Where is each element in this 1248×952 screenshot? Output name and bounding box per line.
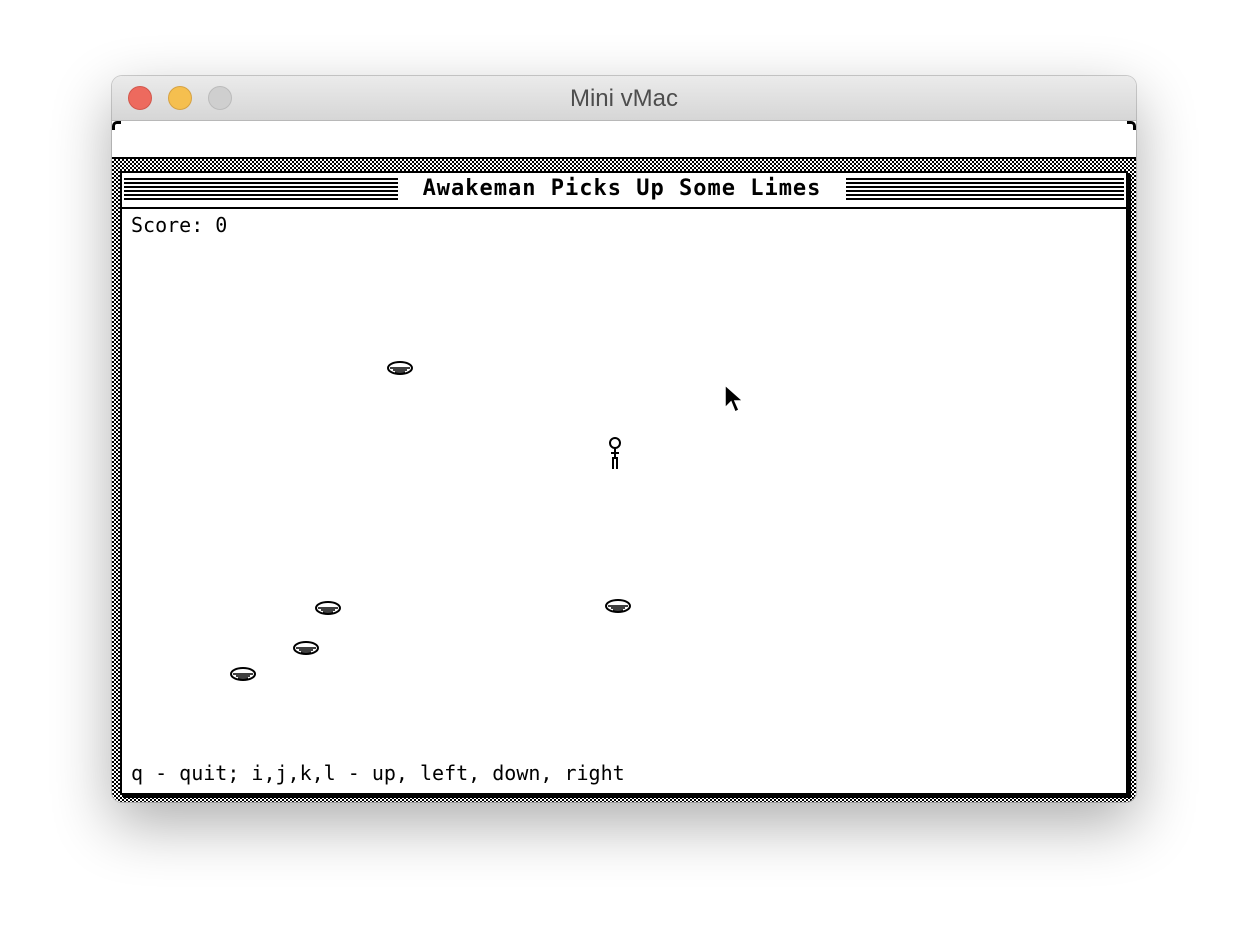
- game-window-title: Awakeman Picks Up Some Limes: [402, 176, 842, 202]
- score-label: Score: 0: [131, 213, 228, 237]
- mouse-pointer-icon: [724, 384, 744, 414]
- game-window[interactable]: Awakeman Picks Up Some Limes Score: 0 q …: [120, 171, 1128, 795]
- lime-sprite: [230, 667, 256, 681]
- emulator-screen[interactable]: Awakeman Picks Up Some Limes Score: 0 q …: [112, 121, 1136, 802]
- host-titlebar[interactable]: Mini vMac: [112, 76, 1136, 121]
- titlebar-stripes-right: [846, 178, 1124, 200]
- mini-vmac-window: Mini vMac Awakeman Picks Up Some Limes S…: [112, 76, 1136, 802]
- mac-desktop: Awakeman Picks Up Some Limes Score: 0 q …: [112, 159, 1136, 802]
- menubar-corner-right: [1127, 121, 1136, 130]
- game-window-titlebar[interactable]: Awakeman Picks Up Some Limes: [122, 173, 1126, 209]
- lime-sprite: [293, 641, 319, 655]
- lime-sprite: [605, 599, 631, 613]
- mac-menubar[interactable]: [112, 121, 1136, 159]
- controls-help-text: q - quit; i,j,k,l - up, left, down, righ…: [131, 761, 625, 785]
- menubar-corner-left: [112, 121, 121, 130]
- lime-sprite: [387, 361, 413, 375]
- host-window-title: Mini vMac: [569, 85, 678, 112]
- titlebar-stripes-left: [124, 178, 398, 200]
- awakeman-player-sprite: [609, 437, 621, 469]
- lime-sprite: [315, 601, 341, 615]
